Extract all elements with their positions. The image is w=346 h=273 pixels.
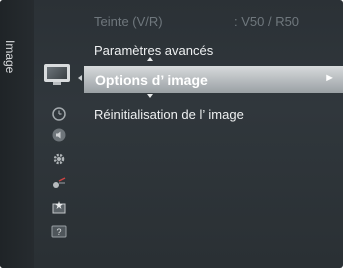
scroll-down-icon — [147, 94, 153, 98]
tv-menu-screen: Image ? Teinte (V/R): V50 / R50 Paramèt… — [0, 0, 346, 273]
clock-icon[interactable] — [45, 103, 73, 125]
tv-picture-icon[interactable] — [44, 64, 72, 86]
menu-item-options-image[interactable]: Options d’ image ► — [84, 66, 343, 93]
menu-item-label: Réinitialisation de l’ image — [94, 107, 244, 122]
menu-item-parametres-avances[interactable]: Paramètres avancés — [94, 43, 213, 58]
submenu-arrow-icon: ► — [324, 72, 335, 84]
app-icon[interactable] — [45, 196, 73, 218]
input-icon[interactable] — [45, 172, 73, 194]
support-icon[interactable]: ? — [45, 220, 73, 242]
selection-pointer-icon — [78, 75, 82, 81]
menu-item-reinitialisation[interactable]: Réinitialisation de l’ image — [94, 107, 244, 122]
picture-menu-list: Teinte (V/R) : V50 / R50 Paramètres avan… — [86, 0, 343, 268]
sound-icon[interactable] — [45, 124, 73, 146]
menu-item-label: Paramètres avancés — [94, 43, 214, 58]
category-icon-column: ? — [34, 0, 86, 268]
menu-item-label: Options d’ image — [95, 72, 208, 88]
scroll-up-icon — [147, 57, 153, 61]
menu-item-teinte: Teinte (V/R) : V50 / R50 — [94, 14, 299, 29]
menu-category-tab: Image — [0, 0, 34, 268]
teinte-value: : V50 / R50 — [234, 14, 300, 29]
category-label: Image — [3, 40, 17, 74]
osd-menu: Image ? Teinte (V/R): V50 / R50 Paramèt… — [0, 0, 343, 268]
svg-text:?: ? — [56, 227, 61, 237]
teinte-label: Teinte (V/R) — [94, 14, 163, 29]
gear-icon[interactable] — [45, 148, 73, 170]
